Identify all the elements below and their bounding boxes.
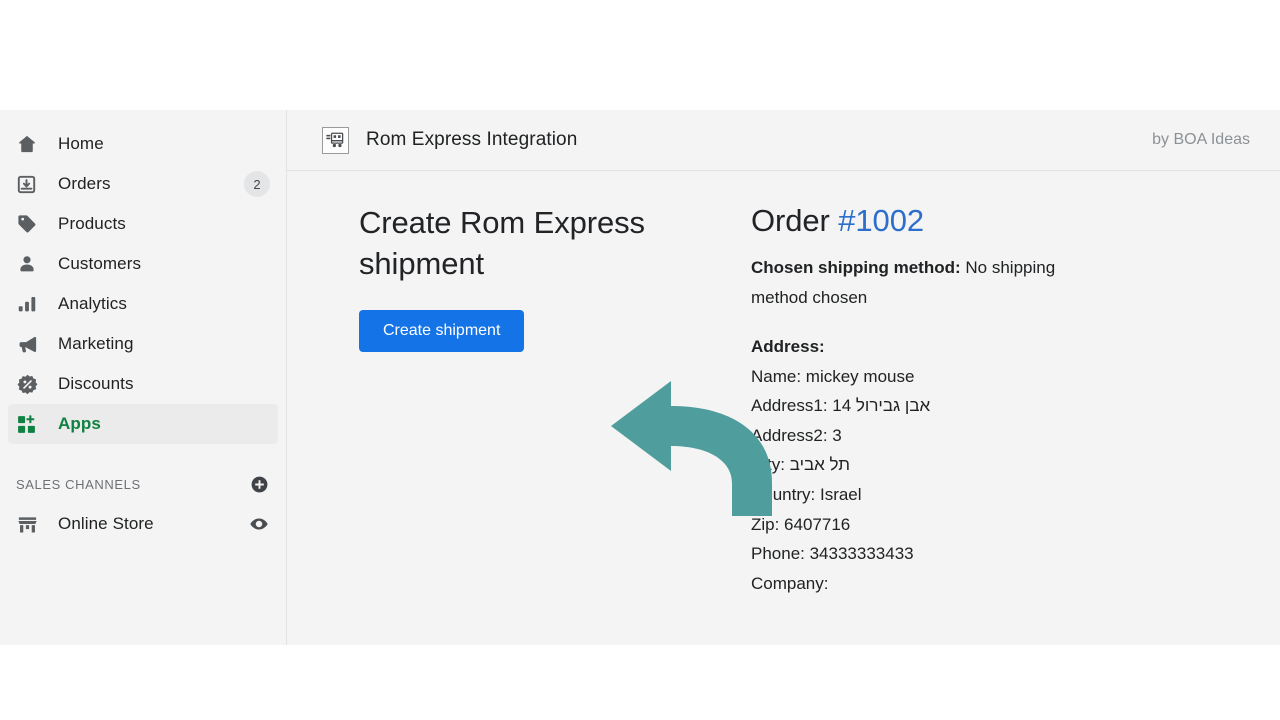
sidebar-item-apps[interactable]: Apps — [8, 404, 278, 444]
sales-channels-header: SALES CHANNELS — [8, 466, 278, 502]
create-shipment-panel: Create Rom Express shipment Create shipm… — [359, 203, 772, 645]
home-icon — [16, 132, 44, 156]
address-line: Phone: 34333333433 — [751, 544, 914, 564]
app-body: Create Rom Express shipment Create shipm… — [287, 171, 1280, 645]
order-details-panel: Order #1002 Chosen shipping method: No s… — [751, 203, 1240, 645]
sidebar-item-orders[interactable]: Orders 2 — [8, 164, 278, 204]
sidebar: Home Orders 2 Products Customers Analyti… — [0, 110, 287, 645]
apps-grid-plus-icon — [16, 412, 44, 436]
chosen-shipping-method-label: Chosen shipping method: — [751, 258, 961, 277]
megaphone-icon — [16, 332, 44, 356]
sidebar-item-label: Customers — [58, 254, 142, 273]
app-author: by BOA Ideas — [1152, 131, 1250, 148]
sidebar-item-label: Marketing — [58, 334, 134, 353]
sidebar-item-products[interactable]: Products — [8, 204, 278, 244]
tag-icon — [16, 212, 44, 236]
address-line: Address1: 14 אבן גבירול — [751, 396, 931, 416]
app-window: Home Orders 2 Products Customers Analyti… — [0, 110, 1280, 645]
app-header: Rom Express Integration by BOA Ideas — [287, 110, 1280, 171]
sidebar-item-online-store[interactable]: Online Store — [8, 504, 278, 544]
address-lines: Name: mickey mouse Address1: 14 אבן גביר… — [751, 362, 1240, 599]
sidebar-item-label: Products — [58, 214, 126, 233]
main-content: Rom Express Integration by BOA Ideas Cre… — [287, 110, 1280, 645]
address-line: Zip: 6407716 — [751, 514, 851, 534]
address-line: Country: Israel — [751, 485, 862, 505]
sidebar-item-discounts[interactable]: Discounts — [8, 364, 278, 404]
sidebar-item-home[interactable]: Home — [8, 124, 278, 164]
sidebar-item-customers[interactable]: Customers — [8, 244, 278, 284]
sidebar-item-label: Discounts — [58, 374, 134, 393]
address-line: City: תל אביב — [751, 455, 850, 475]
sidebar-item-marketing[interactable]: Marketing — [8, 324, 278, 364]
create-shipment-title: Create Rom Express shipment — [359, 205, 645, 281]
address-line: Address2: 3 — [751, 425, 842, 445]
address-line: Company: — [751, 573, 829, 593]
eye-icon[interactable] — [248, 513, 270, 535]
address-heading: Address: — [751, 337, 825, 357]
sidebar-item-label: Online Store — [58, 514, 154, 533]
chosen-shipping-method: Chosen shipping method: No shipping meth… — [751, 253, 1101, 312]
plus-circle-icon[interactable] — [248, 473, 270, 495]
address-line: Name: mickey mouse — [751, 366, 915, 386]
order-title: Order #1002 — [751, 203, 1240, 239]
orders-badge: 2 — [244, 171, 270, 197]
sidebar-item-analytics[interactable]: Analytics — [8, 284, 278, 324]
sidebar-item-label: Orders — [58, 174, 111, 193]
sales-channels-title: SALES CHANNELS — [16, 476, 141, 492]
storefront-icon — [16, 512, 44, 536]
orders-inbox-icon — [16, 172, 44, 196]
order-number-link[interactable]: #1002 — [838, 203, 924, 238]
bar-chart-icon — [16, 292, 44, 316]
sidebar-item-label: Apps — [58, 414, 101, 433]
sidebar-item-label: Home — [58, 134, 104, 153]
person-icon — [16, 252, 44, 276]
create-shipment-button[interactable]: Create shipment — [359, 310, 525, 353]
delivery-truck-icon — [322, 126, 349, 154]
discount-percent-icon — [16, 372, 44, 396]
order-title-prefix: Order — [751, 203, 830, 238]
app-title: Rom Express Integration — [366, 129, 578, 150]
sidebar-item-label: Analytics — [58, 294, 127, 313]
